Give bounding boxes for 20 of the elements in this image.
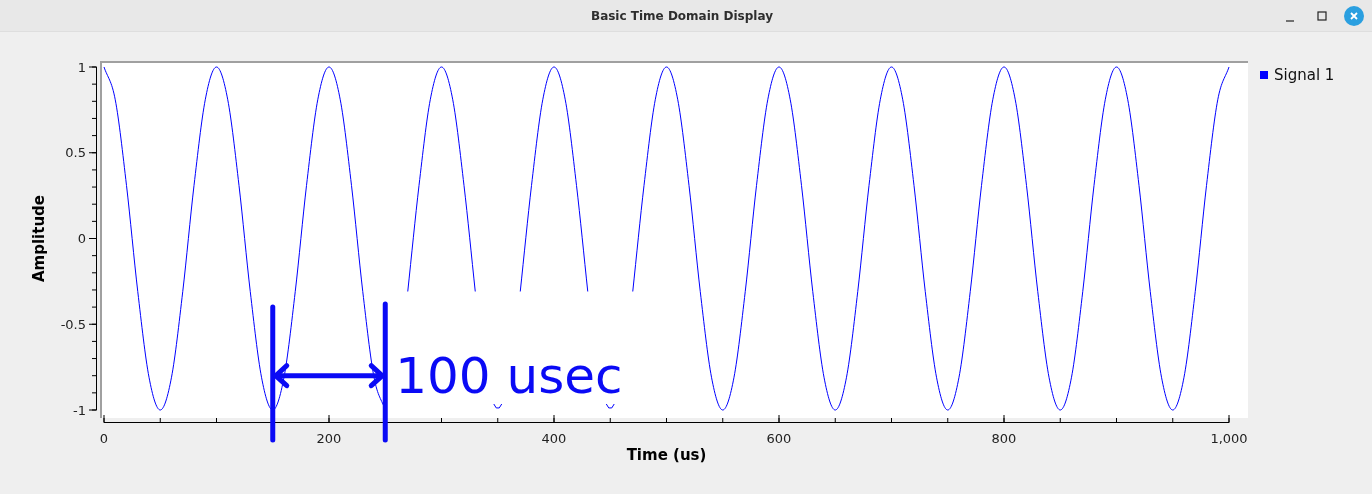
axis-tick-label: 800 [991, 431, 1017, 446]
y-axis-title: Amplitude [30, 195, 48, 282]
minimize-icon [1286, 19, 1294, 22]
x-axis-title: Time (us) [626, 446, 707, 464]
axis-tick-label: 1,000 [1210, 431, 1248, 446]
legend-label: Signal 1 [1274, 66, 1335, 84]
axis-tick-label: 0 [77, 231, 86, 246]
close-icon [1349, 10, 1359, 21]
axis-tick-label: 0.5 [65, 145, 86, 161]
axis-tick-label: 0 [99, 431, 109, 446]
legend-swatch [1260, 71, 1268, 79]
axis-tick-label: 600 [766, 431, 792, 446]
axis-tick-label: -0.5 [60, 316, 86, 332]
close-button[interactable] [1344, 5, 1364, 26]
axis-tick-label: 400 [541, 431, 567, 446]
maximize-icon [1317, 10, 1327, 21]
axis-tick-label: 1 [77, 59, 86, 75]
axis-tick-label: -1 [73, 402, 86, 418]
axis-tick-label: 200 [316, 431, 342, 446]
window-title: Basic Time Domain Display [591, 8, 773, 23]
